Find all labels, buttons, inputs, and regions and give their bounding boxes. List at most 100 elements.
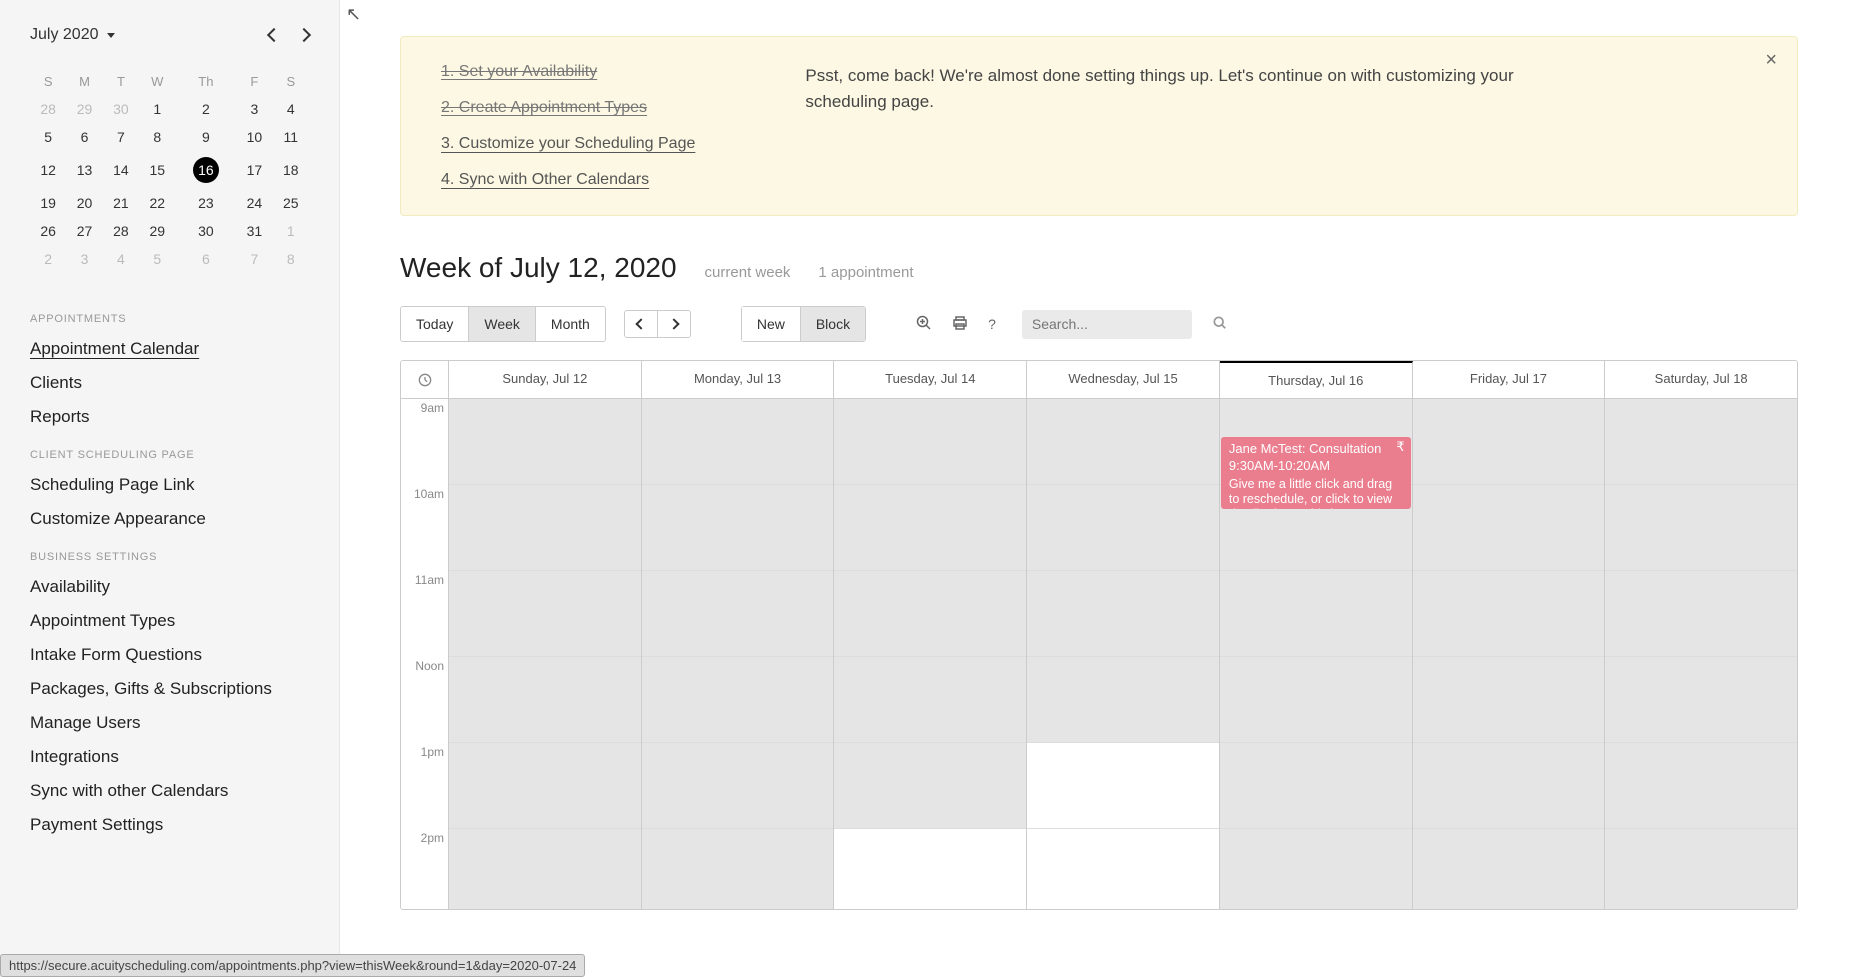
month-button[interactable]: Month <box>536 307 605 341</box>
mini-cal-day[interactable]: 29 <box>66 95 102 123</box>
hour-cell[interactable] <box>1413 571 1605 657</box>
nav-link[interactable]: Manage Users <box>30 713 309 733</box>
hour-cell[interactable] <box>449 829 641 910</box>
hour-cell[interactable] <box>1605 485 1797 571</box>
hour-cell[interactable] <box>1413 485 1605 571</box>
week-button[interactable]: Week <box>469 307 536 341</box>
mini-cal-day[interactable]: 3 <box>66 245 102 273</box>
mini-cal-day[interactable]: 31 <box>236 217 272 245</box>
nav-link[interactable]: Intake Form Questions <box>30 645 309 665</box>
hour-cell[interactable] <box>1605 829 1797 910</box>
mini-cal-day[interactable]: 2 <box>30 245 66 273</box>
hour-cell[interactable] <box>1605 657 1797 743</box>
hour-cell[interactable] <box>1027 399 1219 485</box>
appointment-card[interactable]: ₹Jane McTest: Consultation9:30AM-10:20AM… <box>1221 437 1411 509</box>
nav-link[interactable]: Appointment Types <box>30 611 309 631</box>
hour-cell[interactable] <box>1605 743 1797 829</box>
hour-cell[interactable] <box>1220 829 1412 910</box>
mini-cal-day[interactable]: 16 <box>176 151 237 189</box>
hour-cell[interactable] <box>642 657 834 743</box>
banner-step[interactable]: 4. Sync with Other Calendars <box>441 171 695 189</box>
zoom-icon[interactable] <box>916 315 932 334</box>
next-week-button[interactable] <box>658 311 690 337</box>
day-column[interactable] <box>1605 399 1797 909</box>
print-icon[interactable] <box>952 315 968 334</box>
hour-cell[interactable] <box>642 571 834 657</box>
hour-cell[interactable] <box>1027 571 1219 657</box>
hour-cell[interactable] <box>1413 657 1605 743</box>
mini-cal-day[interactable]: 28 <box>103 217 139 245</box>
hour-cell[interactable] <box>449 399 641 485</box>
nav-link[interactable]: Clients <box>30 373 309 393</box>
mini-cal-day[interactable]: 29 <box>139 217 175 245</box>
hour-cell[interactable] <box>834 571 1026 657</box>
mini-cal-day[interactable]: 14 <box>103 151 139 189</box>
mini-cal-day[interactable]: 6 <box>176 245 237 273</box>
nav-link[interactable]: Reports <box>30 407 309 427</box>
hour-cell[interactable] <box>1413 743 1605 829</box>
day-column[interactable] <box>1027 399 1220 909</box>
hour-cell[interactable] <box>642 485 834 571</box>
mini-cal-day[interactable]: 28 <box>30 95 66 123</box>
nav-link[interactable]: Integrations <box>30 747 309 767</box>
nav-link[interactable]: Payment Settings <box>30 815 309 835</box>
nav-link[interactable]: Appointment Calendar <box>30 339 309 359</box>
mini-cal-day[interactable]: 11 <box>273 123 309 151</box>
hour-cell[interactable] <box>834 829 1026 910</box>
mini-cal-day[interactable]: 5 <box>139 245 175 273</box>
hour-cell[interactable] <box>449 571 641 657</box>
hour-cell[interactable] <box>834 657 1026 743</box>
hour-cell[interactable] <box>1605 571 1797 657</box>
next-month-button[interactable] <box>297 28 311 42</box>
mini-cal-day[interactable]: 4 <box>273 95 309 123</box>
month-selector[interactable]: July 2020 <box>30 26 115 44</box>
day-column[interactable] <box>1413 399 1606 909</box>
nav-link[interactable]: Availability <box>30 577 309 597</box>
search-box[interactable] <box>1022 310 1192 339</box>
mini-cal-day[interactable]: 27 <box>66 217 102 245</box>
today-button[interactable]: Today <box>401 307 469 341</box>
day-column[interactable]: ₹Jane McTest: Consultation9:30AM-10:20AM… <box>1220 399 1413 909</box>
hour-cell[interactable] <box>449 485 641 571</box>
mini-cal-day[interactable]: 1 <box>273 217 309 245</box>
hour-cell[interactable] <box>1027 485 1219 571</box>
hour-cell[interactable] <box>1413 829 1605 910</box>
hour-cell[interactable] <box>834 485 1026 571</box>
hour-cell[interactable] <box>1027 657 1219 743</box>
mini-cal-day[interactable]: 20 <box>66 189 102 217</box>
mini-cal-day[interactable]: 8 <box>139 123 175 151</box>
new-button[interactable]: New <box>742 307 801 341</box>
day-column[interactable] <box>642 399 835 909</box>
mini-cal-day[interactable]: 2 <box>176 95 237 123</box>
mini-cal-day[interactable]: 21 <box>103 189 139 217</box>
mini-cal-day[interactable]: 15 <box>139 151 175 189</box>
hour-cell[interactable] <box>1027 829 1219 910</box>
hour-cell[interactable] <box>1220 743 1412 829</box>
mini-cal-day[interactable]: 24 <box>236 189 272 217</box>
mini-cal-day[interactable]: 12 <box>30 151 66 189</box>
nav-link[interactable]: Sync with other Calendars <box>30 781 309 801</box>
hour-cell[interactable] <box>642 399 834 485</box>
hour-cell[interactable] <box>642 743 834 829</box>
nav-link[interactable]: Customize Appearance <box>30 509 309 529</box>
mini-cal-day[interactable]: 6 <box>66 123 102 151</box>
prev-month-button[interactable] <box>267 28 281 42</box>
mini-cal-day[interactable]: 19 <box>30 189 66 217</box>
mini-cal-day[interactable]: 26 <box>30 217 66 245</box>
mini-cal-day[interactable]: 13 <box>66 151 102 189</box>
mini-cal-day[interactable]: 4 <box>103 245 139 273</box>
hour-cell[interactable] <box>642 829 834 910</box>
mini-cal-day[interactable]: 7 <box>236 245 272 273</box>
hour-cell[interactable] <box>1220 657 1412 743</box>
mini-cal-day[interactable]: 30 <box>103 95 139 123</box>
mini-cal-day[interactable]: 25 <box>273 189 309 217</box>
block-button[interactable]: Block <box>801 307 865 341</box>
hour-cell[interactable] <box>1413 399 1605 485</box>
nav-link[interactable]: Packages, Gifts & Subscriptions <box>30 679 309 699</box>
mini-cal-day[interactable]: 23 <box>176 189 237 217</box>
hour-cell[interactable] <box>1605 399 1797 485</box>
help-icon[interactable]: ? <box>988 316 996 332</box>
mini-cal-day[interactable]: 30 <box>176 217 237 245</box>
hour-cell[interactable] <box>834 743 1026 829</box>
nav-link[interactable]: Scheduling Page Link <box>30 475 309 495</box>
